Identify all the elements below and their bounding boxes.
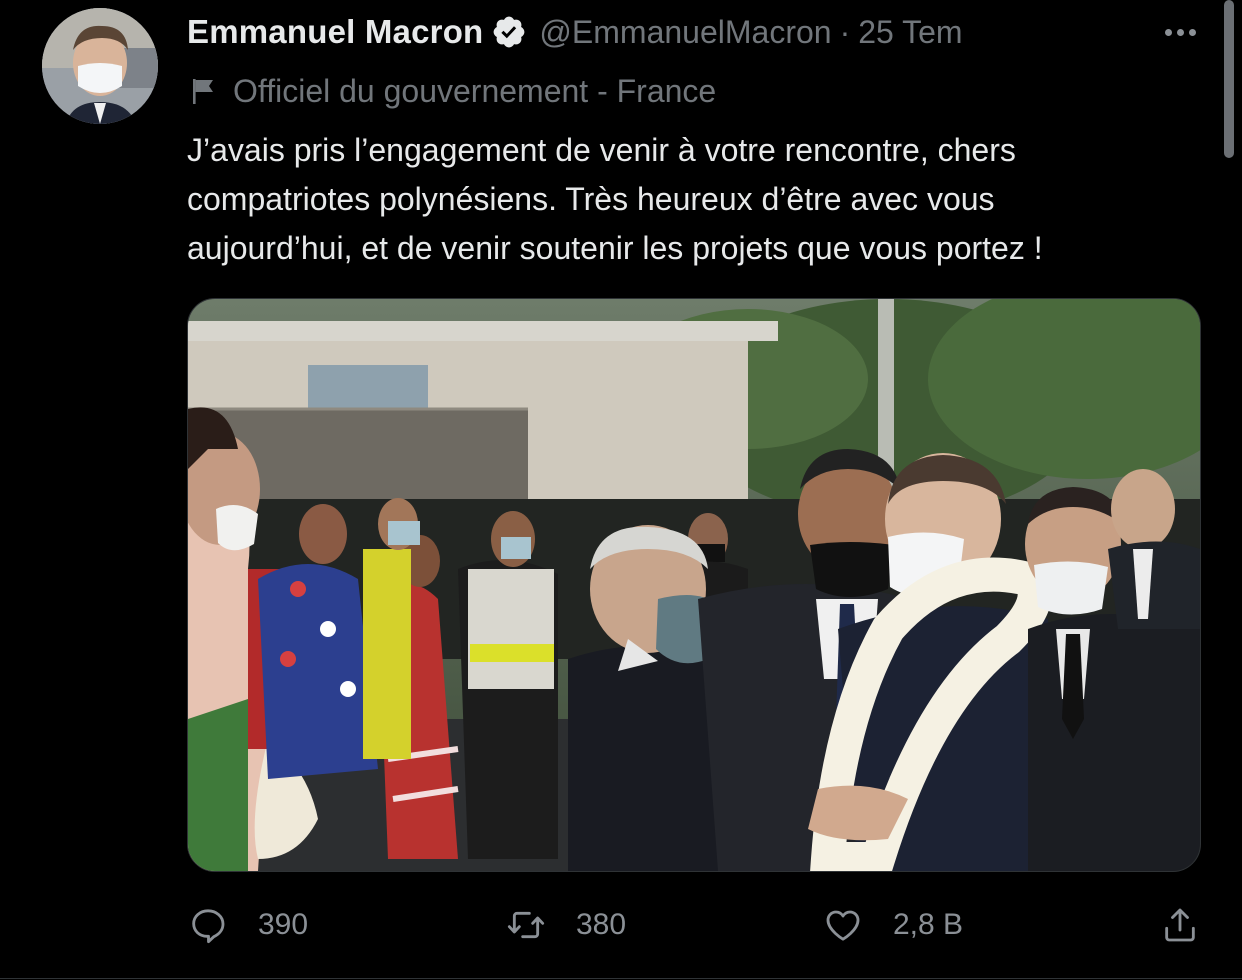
retweet-button[interactable]: 380 (506, 900, 626, 950)
reply-button[interactable]: 390 (188, 900, 308, 950)
avatar[interactable] (42, 8, 158, 124)
more-dot (1188, 28, 1196, 36)
reply-count: 390 (258, 908, 309, 941)
tweet-text-line: compatriotes polynésiens. Très heureux d… (187, 181, 995, 217)
more-dot (1164, 28, 1172, 36)
author-handle[interactable]: @EmmanuelMacron (539, 14, 831, 51)
retweet-count: 380 (576, 908, 627, 941)
share-button[interactable] (1160, 900, 1200, 950)
verified-badge-icon (494, 16, 525, 48)
more-icon[interactable] (1158, 18, 1202, 46)
flag-icon (193, 79, 213, 104)
like-button[interactable]: 2,8 B (823, 900, 963, 950)
tweet-text-line: aujourd’hui, et de venir soutenir les pr… (187, 230, 1043, 266)
more-dot (1176, 28, 1184, 36)
tweet-card[interactable]: Emmanuel Macron @EmmanuelMacron · 25 Tem… (0, 0, 1242, 979)
share-icon (1165, 908, 1195, 942)
retweet-icon (507, 911, 545, 939)
reply-icon (192, 909, 225, 944)
tweet-text-line: J’avais pris l’engagement de venir à vot… (187, 132, 1016, 168)
tweet-date[interactable]: 25 Tem (858, 14, 962, 51)
author-name[interactable]: Emmanuel Macron (187, 13, 483, 51)
account-label: Officiel du gouvernement - France (189, 70, 716, 112)
separator-dot: · (839, 13, 851, 50)
like-count: 2,8 B (893, 908, 964, 941)
tweet-actions: 390 380 2,8 B (0, 900, 1242, 950)
tweet-text: J’avais pris l’engagement de venir à vot… (187, 126, 1197, 273)
tweet-photo[interactable] (187, 298, 1201, 872)
scrollbar[interactable] (1224, 0, 1234, 158)
tweet-header: Emmanuel Macron @EmmanuelMacron · 25 Tem (187, 10, 963, 54)
account-label-text: Officiel du gouvernement - France (233, 72, 717, 109)
heart-icon (826, 910, 860, 941)
